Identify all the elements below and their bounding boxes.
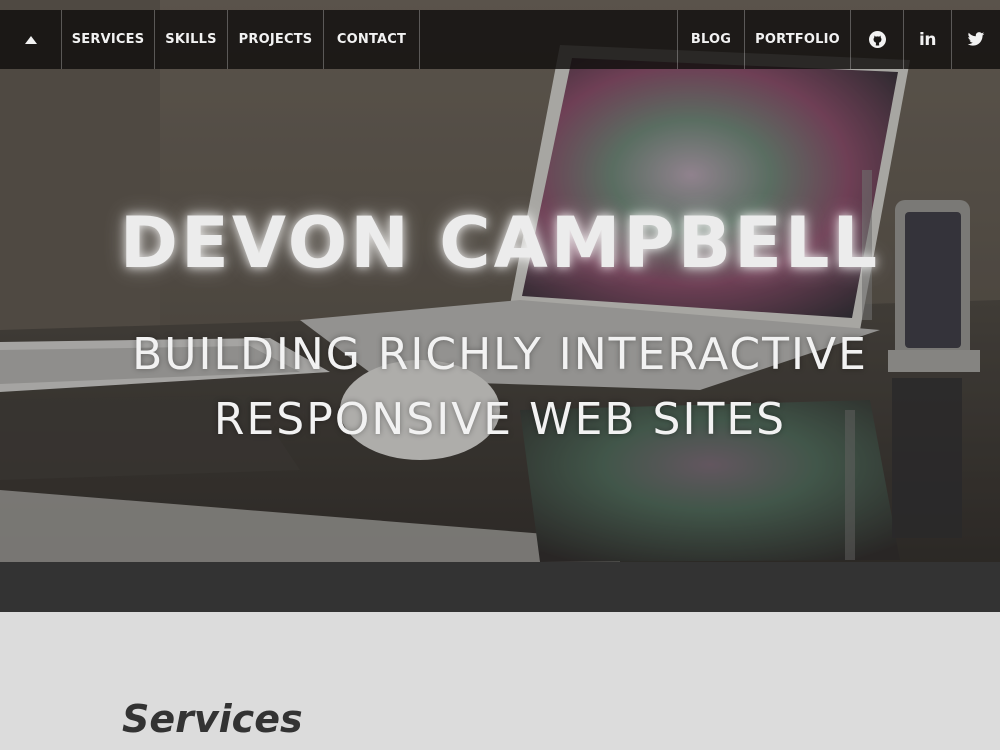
section-divider-strip bbox=[0, 562, 1000, 612]
hero-tagline-line2: RESPONSIVE WEB SITES bbox=[213, 394, 787, 445]
twitter-link[interactable] bbox=[952, 10, 1000, 69]
github-link[interactable] bbox=[851, 10, 903, 69]
back-to-top-button[interactable] bbox=[0, 10, 61, 69]
twitter-icon bbox=[967, 32, 985, 46]
top-navbar: SERVICES SKILLS PROJECTS CONTACT BLOG PO… bbox=[0, 10, 1000, 69]
nav-link-contact[interactable]: CONTACT bbox=[324, 10, 419, 69]
nav-link-skills[interactable]: SKILLS bbox=[155, 10, 227, 69]
services-heading: Services bbox=[122, 697, 303, 741]
github-icon bbox=[868, 31, 886, 48]
nav-link-blog[interactable]: BLOG bbox=[678, 10, 744, 69]
linkedin-icon: in bbox=[919, 29, 936, 50]
hero-title: DEVON CAMPBELL bbox=[119, 202, 881, 284]
linkedin-link[interactable]: in bbox=[904, 10, 951, 69]
nav-link-portfolio[interactable]: PORTFOLIO bbox=[745, 10, 850, 69]
nav-link-projects[interactable]: PROJECTS bbox=[228, 10, 323, 69]
up-arrow-icon bbox=[24, 35, 37, 44]
nav-divider bbox=[419, 10, 420, 69]
hero-tagline-line1: BUILDING RICHLY INTERACTIVE bbox=[132, 329, 868, 380]
services-section: Services bbox=[0, 612, 1000, 750]
hero-section: DEVON CAMPBELL BUILDING RICHLY INTERACTI… bbox=[0, 0, 1000, 562]
nav-link-services[interactable]: SERVICES bbox=[62, 10, 154, 69]
